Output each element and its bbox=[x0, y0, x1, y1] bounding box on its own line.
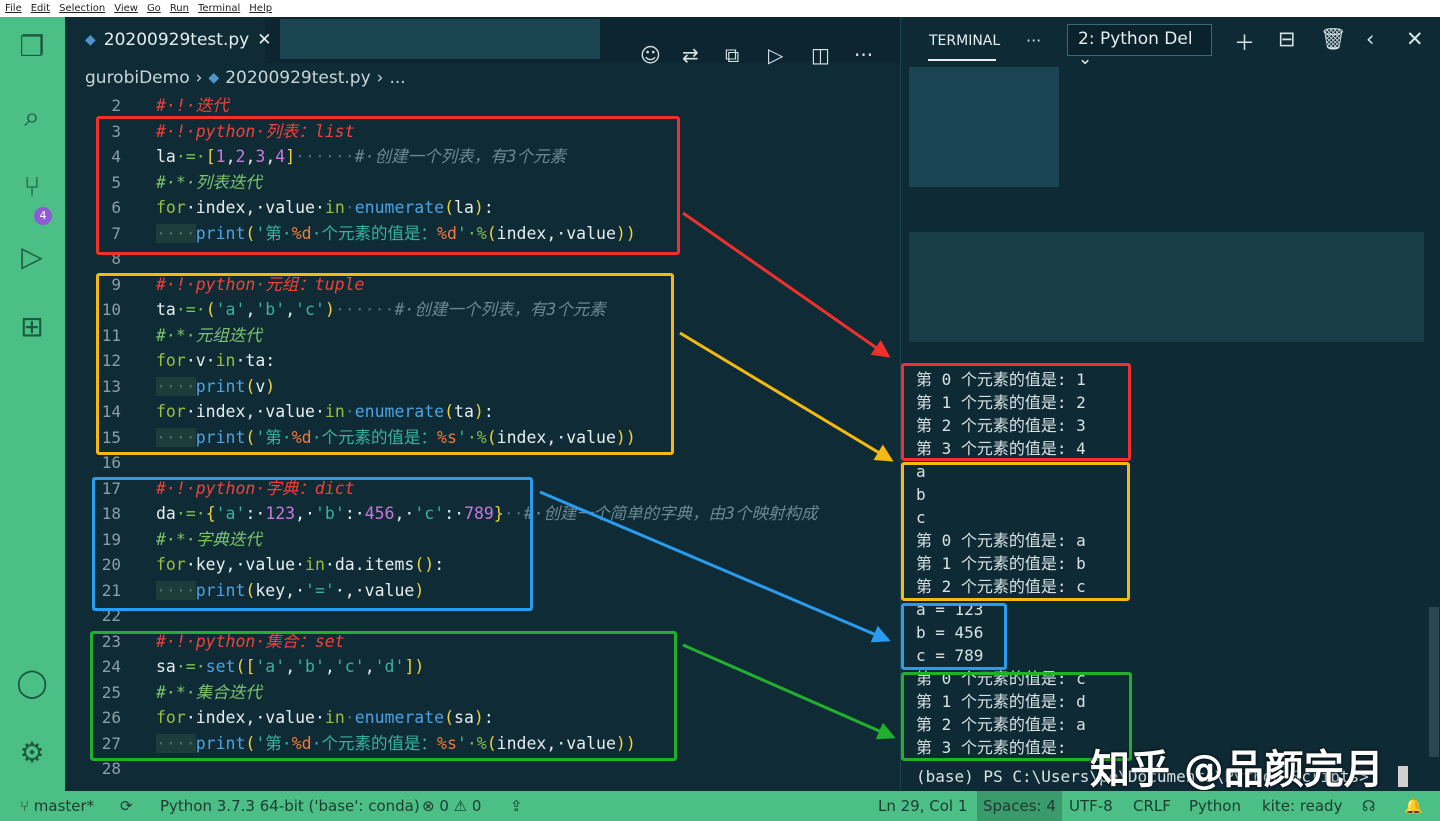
kill-terminal-trash-icon[interactable]: 🗑 bbox=[1320, 27, 1347, 52]
extensions-icon[interactable]: ⊞ bbox=[14, 309, 50, 345]
branch-status[interactable]: ⑂ master* bbox=[20, 797, 94, 815]
explorer-icon[interactable]: ❐ bbox=[14, 29, 50, 65]
split-terminal-icon[interactable]: ⊟ bbox=[1278, 27, 1296, 51]
cursor-position[interactable]: Ln 29, Col 1 bbox=[878, 797, 967, 815]
run-debug-icon[interactable]: ▷ bbox=[14, 239, 50, 275]
line-ending[interactable]: CRLF bbox=[1133, 797, 1171, 815]
menu-selection[interactable]: Selection bbox=[59, 3, 105, 14]
breadcrumb-more[interactable]: ... bbox=[389, 68, 405, 88]
menu-run[interactable]: Run bbox=[170, 3, 189, 14]
blurred-region bbox=[280, 19, 600, 59]
tab-terminal[interactable]: TERMINAL bbox=[929, 33, 1000, 49]
python-interpreter[interactable]: Python 3.7.3 64-bit ('base': conda) bbox=[160, 797, 420, 815]
output-box-list bbox=[901, 363, 1131, 461]
chevron-right-icon: › bbox=[376, 68, 384, 88]
code-token: #·!·迭代 bbox=[156, 96, 229, 115]
terminal-scrollbar[interactable] bbox=[1429, 607, 1439, 757]
activity-bar: ❐ ⌕ ⑂ 4 ▷ ⊞ ◯ ⚙ bbox=[0, 17, 65, 791]
new-terminal-icon[interactable]: ＋ bbox=[1234, 27, 1255, 57]
highlight-box-set bbox=[90, 631, 677, 761]
output-box-tuple bbox=[901, 462, 1130, 601]
close-tab-icon[interactable]: ✕ bbox=[257, 30, 271, 50]
live-share-icon[interactable]: ⇪ bbox=[510, 797, 523, 815]
watermark: 知乎 @品颜完月 bbox=[1090, 747, 1384, 793]
account-icon[interactable]: ◯ bbox=[14, 665, 50, 701]
breadcrumb-file[interactable]: 20200929test.py bbox=[225, 68, 370, 88]
tab-label: 20200929test.py bbox=[103, 30, 250, 50]
menu-go[interactable]: Go bbox=[147, 3, 161, 14]
code-text: #·!·迭代 bbox=[156, 93, 229, 118]
status-bar: ⑂ master* ⟳ Python 3.7.3 64-bit ('base':… bbox=[0, 791, 1440, 821]
branch-name: master* bbox=[33, 797, 95, 815]
python-file-icon: ◆ bbox=[85, 32, 96, 48]
highlight-box-dict bbox=[92, 477, 533, 611]
encoding[interactable]: UTF-8 bbox=[1069, 797, 1113, 815]
more-actions-icon[interactable]: ··· bbox=[1026, 31, 1041, 50]
search-icon[interactable]: ⌕ bbox=[14, 99, 50, 135]
output-box-dict bbox=[901, 603, 1007, 670]
chevron-left-icon[interactable]: ‹ bbox=[1366, 27, 1374, 51]
language-mode[interactable]: Python bbox=[1189, 797, 1241, 815]
close-panel-icon[interactable]: ✕ bbox=[1406, 27, 1424, 51]
highlight-box-list bbox=[96, 116, 680, 255]
source-control-icon[interactable]: ⑂ bbox=[14, 169, 50, 205]
python-file-icon: ◆ bbox=[208, 70, 220, 86]
settings-gear-icon[interactable]: ⚙ bbox=[14, 735, 50, 771]
terminal-select[interactable]: 2: Python Del ⌄ bbox=[1067, 24, 1212, 69]
terminal-select-value: 2: Python Del bbox=[1078, 29, 1193, 49]
code-token: #·创建一个简单的字典，由3个映射构成 bbox=[523, 504, 818, 523]
menu-terminal[interactable]: Terminal bbox=[198, 3, 240, 14]
blurred-region bbox=[909, 232, 1424, 342]
kite-status[interactable]: kite: ready bbox=[1262, 797, 1342, 815]
indentation[interactable]: Spaces: 4 bbox=[977, 791, 1062, 821]
notifications-bell-icon[interactable]: 🔔 bbox=[1404, 797, 1423, 815]
chevron-down-icon: ⌄ bbox=[1078, 49, 1093, 69]
menu-edit[interactable]: Edit bbox=[31, 3, 50, 14]
menu-view[interactable]: View bbox=[114, 3, 138, 14]
terminal-cursor bbox=[1398, 766, 1408, 787]
highlight-box-tuple bbox=[96, 273, 674, 455]
chevron-right-icon: › bbox=[195, 68, 203, 88]
line-number: 2 bbox=[111, 96, 121, 115]
error-count: 0 bbox=[439, 797, 449, 815]
sync-icon[interactable]: ⟳ bbox=[120, 797, 133, 815]
feedback-icon[interactable]: ☊ bbox=[1362, 797, 1375, 815]
menu-bar: File Edit Selection View Go Run Terminal… bbox=[0, 0, 1440, 17]
menu-help[interactable]: Help bbox=[249, 3, 272, 14]
tab-20200929test[interactable]: ◆ 20200929test.py ✕ bbox=[65, 17, 271, 63]
active-tab-underline bbox=[928, 59, 996, 61]
editor-tab-bar: ◆ 20200929test.py ✕ ☺ ⇄ ⧉ ▷ ◫ ··· bbox=[65, 17, 900, 67]
menu-file[interactable]: File bbox=[5, 3, 22, 14]
source-control-badge: 4 bbox=[34, 207, 52, 225]
breadcrumb: gurobiDemo › ◆ 20200929test.py › ... bbox=[65, 63, 900, 93]
blurred-region bbox=[909, 67, 1059, 187]
breadcrumb-folder[interactable]: gurobiDemo bbox=[85, 68, 190, 88]
warning-count: 0 bbox=[471, 797, 482, 815]
problems-status[interactable]: ⊗ 0 ⚠ 0 bbox=[422, 797, 481, 815]
